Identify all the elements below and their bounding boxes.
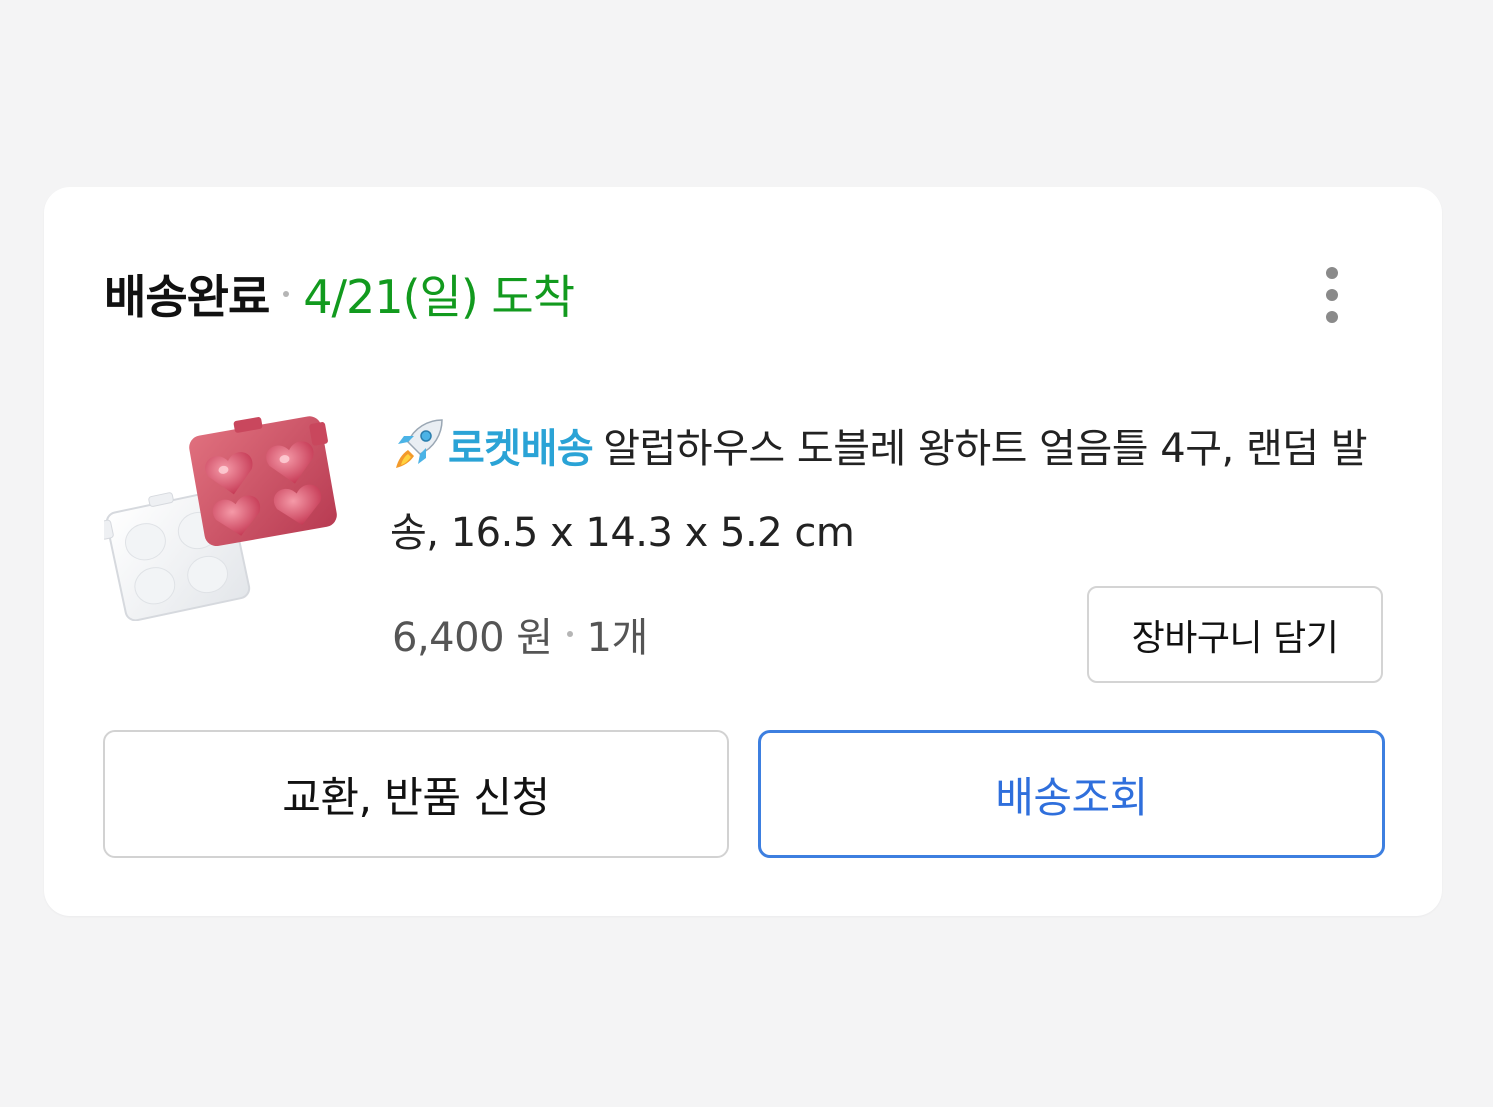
order-header: 배송완료 4/21(일) 도착 — [104, 259, 575, 329]
more-vertical-icon-dot — [1326, 311, 1338, 323]
exchange-return-button[interactable]: 교환, 반품 신청 — [103, 730, 729, 858]
more-vertical-icon — [1326, 267, 1338, 279]
more-vertical-icon-dot — [1326, 289, 1338, 301]
order-card: 배송완료 4/21(일) 도착 로켓배송 알럽하우스 도블레 왕하트 얼음틀 4… — [44, 187, 1442, 916]
price-row: 6,400 원 1개 — [392, 605, 648, 663]
delivery-status: 배송완료 — [104, 270, 270, 324]
separator-dot — [283, 291, 290, 297]
product-thumbnail[interactable] — [104, 411, 340, 621]
add-to-cart-button[interactable]: 장바구니 담기 — [1087, 586, 1383, 683]
track-delivery-button[interactable]: 배송조회 — [758, 730, 1385, 858]
rocket-delivery-label: 로켓배송 — [448, 426, 594, 472]
arrival-date: 4/21(일) 도착 — [303, 270, 575, 324]
rocket-icon — [396, 419, 443, 468]
product-title-block[interactable]: 로켓배송 알럽하우스 도블레 왕하트 얼음틀 4구, 랜덤 발송, 16.5 x … — [390, 407, 1380, 575]
more-options-button[interactable] — [1312, 263, 1352, 327]
product-price: 6,400 원 — [392, 615, 553, 661]
product-quantity: 1개 — [586, 615, 649, 661]
separator-dot — [566, 631, 573, 637]
